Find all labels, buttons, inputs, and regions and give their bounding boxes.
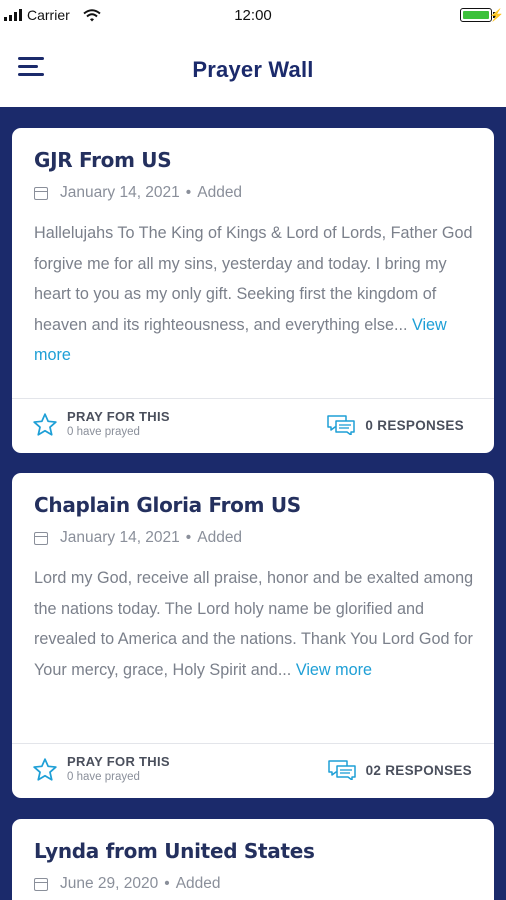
prayer-status: Added [197,184,243,201]
page-title: Prayer Wall [192,57,314,82]
card-footer: PRAY FOR THIS 0 have prayed 0 RESPONSES [12,398,494,453]
prayer-title[interactable]: Lynda from United States [34,839,315,863]
calendar-icon [34,531,48,545]
prayer-card[interactable]: Chaplain Gloria From US January 14, 2021… [12,473,494,798]
prayer-text: Hallelujahs To The King of Kings & Lord … [34,224,473,334]
responses-button[interactable]: 0 RESPONSES [327,415,464,435]
responses-button[interactable]: 02 RESPONSES [327,760,472,780]
responses-label: 02 RESPONSES [365,762,472,778]
card-footer: PRAY FOR THIS 0 have prayed 02 RESPONSES [12,743,494,798]
prayer-body: Hallelujahs To The King of Kings & Lord … [34,218,479,371]
app-header: Prayer Wall [0,32,506,107]
calendar-icon [34,186,48,200]
prayer-meta: January 14, 2021 • Added [34,184,242,202]
pray-for-this-button[interactable]: PRAY FOR THIS 0 have prayed [32,754,170,783]
prayer-body: Lord my God, receive all praise, honor a… [34,563,479,685]
pray-for-this-button[interactable]: PRAY FOR THIS 0 have prayed [32,409,170,438]
prayer-card[interactable]: GJR From US January 14, 2021 • Added Hal… [12,128,494,453]
calendar-icon [34,877,48,891]
charging-icon: ⚡ [489,8,504,22]
chat-bubbles-icon [327,415,356,435]
pray-count: 0 have prayed [67,771,140,783]
prayer-title[interactable]: Chaplain Gloria From US [34,493,301,517]
pray-label: PRAY FOR THIS [67,409,170,424]
battery-icon [460,8,496,22]
prayer-date: June 29, 2020 [60,875,159,892]
prayer-title[interactable]: GJR From US [34,148,172,172]
prayer-meta: January 14, 2021 • Added [34,529,242,547]
star-icon [33,413,57,436]
prayer-date: January 14, 2021 [60,529,180,546]
prayer-date: January 14, 2021 [60,184,180,201]
pray-label: PRAY FOR THIS [67,754,170,769]
prayer-card[interactable]: Lynda from United States June 29, 2020 •… [12,819,494,900]
meta-separator: • [164,875,170,892]
prayer-status: Added [197,529,243,546]
star-icon [33,758,57,781]
prayer-status: Added [175,875,221,892]
clock: 12:00 [234,7,272,24]
prayer-text: Lord my God, receive all praise, honor a… [34,569,474,679]
prayer-feed[interactable]: GJR From US January 14, 2021 • Added Hal… [0,107,506,900]
meta-separator: • [185,529,192,546]
view-more-link[interactable]: View more [296,661,372,679]
responses-label: 0 RESPONSES [365,417,464,433]
prayer-meta: June 29, 2020 • Added [34,875,221,893]
meta-separator: • [185,184,192,201]
pray-count: 0 have prayed [67,426,140,438]
chat-bubbles-icon [327,760,356,780]
status-bar: Carrier 12:00 ⚡ [0,0,506,32]
